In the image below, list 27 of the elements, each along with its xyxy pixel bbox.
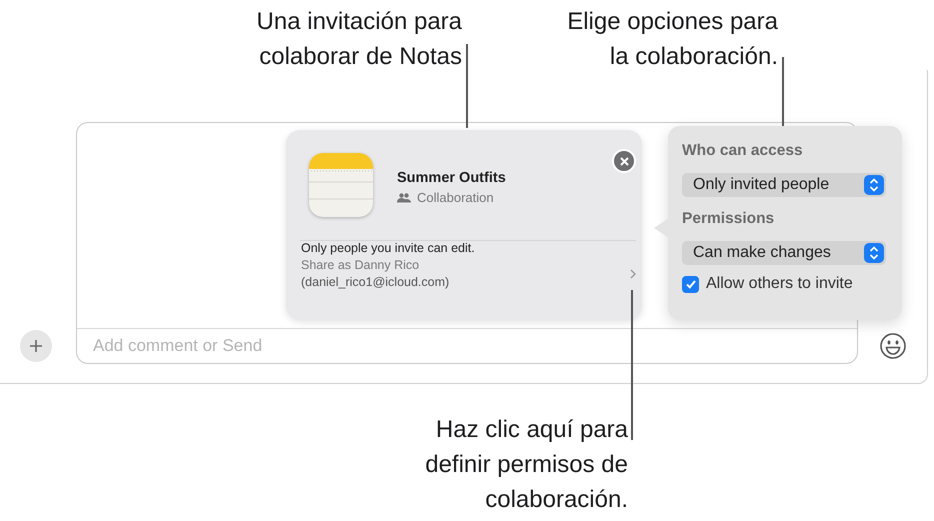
stepper-icon	[864, 175, 884, 195]
callout-text: Elige opciones para la colaboración.	[567, 7, 778, 72]
comment-field[interactable]: Add comment or Send	[77, 329, 857, 363]
checkbox-label: Allow others to invite	[706, 275, 853, 293]
note-subtitle: Collaboration	[417, 190, 494, 205]
stepper-icon	[864, 243, 884, 263]
checkbox[interactable]	[682, 276, 699, 292]
invitation-card[interactable]: Summer Outfits Collaboration Only people you invite can edit. Share as Danny Rico (daniel_rico1@icloud.com)	[286, 130, 642, 320]
callout-text: Una invitación para colaborar de Notas	[256, 7, 462, 72]
emoji-icon[interactable]	[879, 332, 907, 360]
access-label: Who can access	[682, 142, 804, 160]
email-text: (daniel_rico1@icloud.com)	[301, 275, 450, 289]
add-button[interactable]	[20, 330, 52, 362]
callout-text: Haz clic aquí para definir permisos de colaboración.	[425, 415, 628, 515]
people-icon	[397, 192, 411, 202]
permissions-select[interactable]: Can make changes	[682, 241, 886, 265]
access-select[interactable]: Only invited people	[682, 173, 886, 197]
notes-app-icon	[308, 152, 374, 218]
permission-summary: Only people you invite can edit.	[301, 241, 476, 255]
permissions-label: Permissions	[682, 210, 776, 228]
note-title: Summer Outfits	[397, 170, 506, 186]
checkmark-icon	[684, 278, 696, 290]
leader-line	[782, 57, 784, 127]
plus-icon	[29, 339, 43, 353]
close-button[interactable]	[612, 149, 636, 173]
share-as-text: Share as Danny Rico	[301, 258, 420, 272]
close-icon	[620, 156, 628, 166]
